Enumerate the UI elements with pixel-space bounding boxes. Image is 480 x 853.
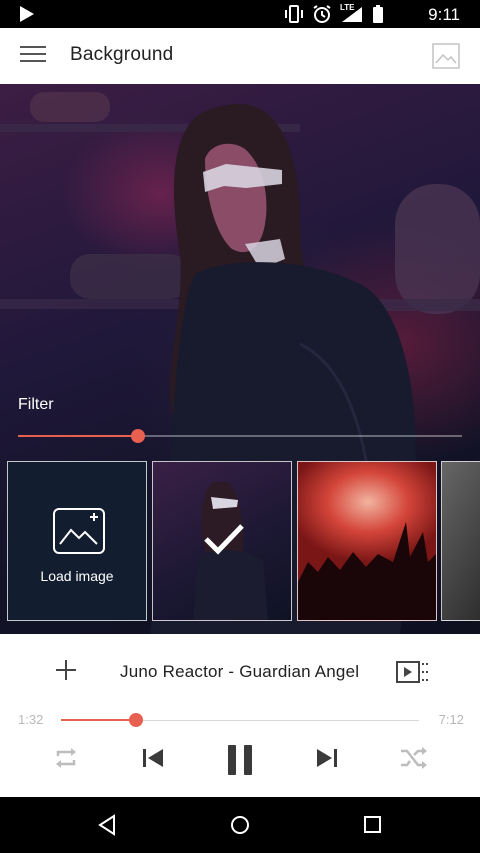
playlist-video-icon[interactable] — [396, 660, 430, 684]
background-thumbnail-selected[interactable] — [152, 461, 292, 621]
home-icon[interactable] — [229, 813, 251, 837]
play-icon — [20, 6, 34, 22]
music-player: Juno Reactor - Guardian Angel 1:32 7:12 — [0, 634, 480, 797]
vibrate-icon — [285, 5, 303, 23]
load-image-label: Load image — [40, 568, 114, 584]
shuffle-icon[interactable] — [400, 746, 428, 770]
background-thumbnails: Load image — [7, 461, 480, 621]
status-bar: LTE 9:11 — [0, 0, 480, 28]
seek-bar-fill — [61, 719, 137, 721]
thumbnail-photo — [298, 522, 436, 620]
status-icons: LTE — [284, 3, 384, 23]
skip-next-icon[interactable] — [315, 746, 339, 770]
filter-slider[interactable] — [18, 429, 462, 443]
battery-icon — [373, 5, 383, 23]
checkmark-icon — [204, 524, 244, 555]
load-image-tile[interactable]: Load image — [7, 461, 147, 621]
filter-label: Filter — [18, 396, 54, 413]
track-title: Juno Reactor - Guardian Angel — [120, 662, 360, 681]
background-thumbnail-concert[interactable] — [297, 461, 437, 621]
background-thumbnail-studio[interactable] — [441, 461, 480, 621]
seek-bar[interactable] — [61, 713, 419, 727]
recents-icon[interactable] — [362, 813, 384, 837]
background-preview: Filter Load image — [0, 84, 480, 634]
signal-icon: LTE — [340, 3, 364, 23]
clock: 9:11 — [428, 5, 460, 24]
system-nav-bar — [0, 797, 480, 853]
image-icon[interactable] — [432, 43, 460, 69]
filter-slider-thumb[interactable] — [130, 429, 145, 443]
current-time: 1:32 — [18, 712, 44, 727]
network-label: LTE — [340, 3, 355, 12]
menu-icon[interactable] — [20, 46, 46, 66]
add-icon[interactable] — [54, 658, 78, 682]
total-time: 7:12 — [438, 712, 464, 727]
back-icon[interactable] — [96, 813, 118, 837]
filter-slider-fill — [18, 435, 138, 437]
app-toolbar: Background — [0, 28, 480, 84]
repeat-icon[interactable] — [54, 746, 78, 770]
page-title: Background — [70, 44, 174, 65]
seek-bar-thumb[interactable] — [129, 713, 144, 727]
alarm-icon — [313, 5, 331, 23]
add-image-icon — [53, 508, 105, 554]
skip-previous-icon[interactable] — [141, 746, 165, 770]
pause-icon[interactable] — [226, 744, 254, 776]
